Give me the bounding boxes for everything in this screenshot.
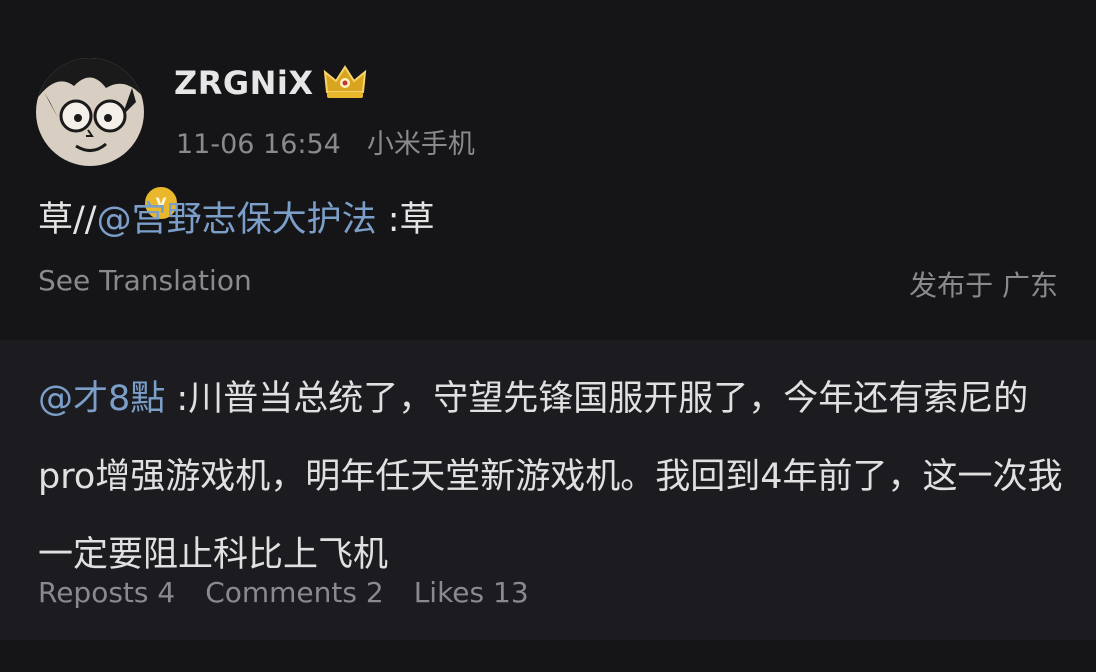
post-meta: 11-06 16:54 小米手机	[176, 122, 475, 161]
anime-avatar-icon	[36, 58, 144, 166]
repost-mention-link[interactable]: @才8點	[38, 379, 165, 419]
timestamp: 11-06 16:54	[176, 129, 341, 160]
mention-link[interactable]: @宫野志保大护法	[97, 200, 377, 240]
weibo-post: v ZRGNiX 11-06 16:54 小米手机 草//@宫野志保大护法 :草 …	[0, 0, 1096, 672]
avatar[interactable]: v	[36, 58, 180, 222]
username[interactable]: ZRGNiX	[174, 64, 314, 102]
comments-count[interactable]: Comments 2	[205, 576, 384, 609]
see-translation-link[interactable]: See Translation	[38, 264, 252, 297]
repost-content: @才8點 :川普当总统了，守望先锋国服开服了，今年还有索尼的pro增强游戏机，明…	[38, 360, 1068, 594]
repost-block[interactable]: @才8點 :川普当总统了，守望先锋国服开服了，今年还有索尼的pro增强游戏机，明…	[0, 340, 1096, 640]
post-content: 草//@宫野志保大护法 :草	[38, 196, 435, 244]
likes-count[interactable]: Likes 13	[414, 576, 529, 609]
content-suffix: :草	[376, 200, 435, 240]
repost-text: :川普当总统了，守望先锋国服开服了，今年还有索尼的pro增强游戏机，明年任天堂新…	[38, 379, 1063, 575]
device-label: 小米手机	[366, 129, 475, 160]
content-prefix: 草//	[38, 200, 97, 240]
reposts-count[interactable]: Reposts 4	[38, 576, 175, 609]
repost-stats: Reposts 4 Comments 2 Likes 13	[38, 576, 559, 609]
crown-icon	[323, 65, 367, 98]
location-label: 发布于 广东	[909, 269, 1058, 302]
